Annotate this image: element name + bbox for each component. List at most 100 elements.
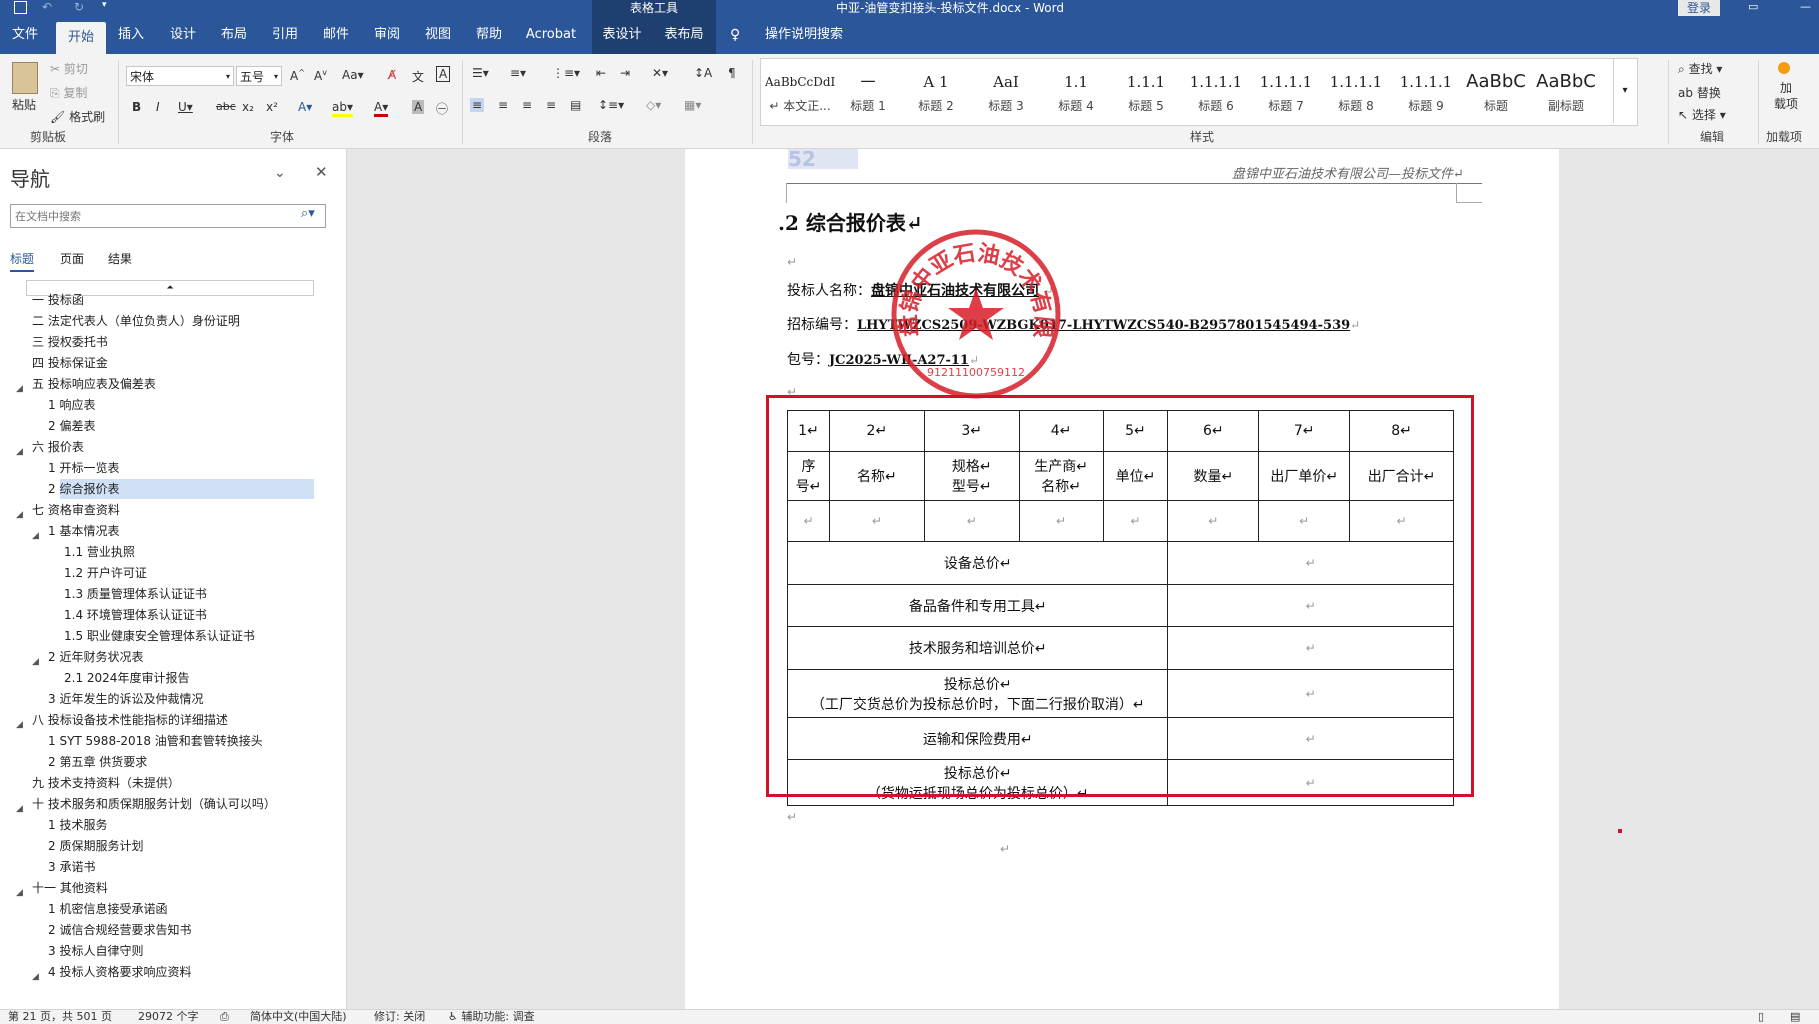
nav-heading-item[interactable]: 1.4 环境管理体系认证证书 (0, 605, 314, 625)
nav-tab-headings[interactable]: 标题 (10, 250, 35, 272)
nav-heading-item[interactable]: 2.1 2024年度审计报告 (0, 668, 314, 688)
style-heading-3[interactable]: AaI 标题 3 (971, 67, 1041, 125)
tab-table-layout[interactable]: 表布局 (656, 16, 712, 54)
align-right-icon[interactable]: ≡ (522, 98, 532, 112)
style-title[interactable]: AaBbC 标题 (1461, 67, 1531, 125)
decrease-indent-icon[interactable]: ⇤ (596, 66, 606, 80)
addin-button[interactable]: 加载项 (1774, 80, 1798, 112)
track-changes[interactable]: 修订: 关闭 (374, 1010, 425, 1024)
nav-heading-item[interactable]: 1.2 开户许可证 (0, 563, 314, 583)
tab-design[interactable]: 设计 (160, 16, 206, 54)
text-effects-icon[interactable]: A▾ (298, 100, 312, 114)
nav-tab-results[interactable]: 结果 (108, 250, 132, 267)
nav-heading-item[interactable]: ◢ 五 投标响应表及偏差表 (0, 374, 314, 394)
nav-heading-item[interactable]: ◢ 十 技术服务和质保期服务计划（确认可以吗） (0, 794, 314, 814)
tab-view[interactable]: 视图 (415, 16, 461, 54)
font-size-dropdown[interactable]: 五号 ▾ (236, 66, 282, 86)
nav-heading-item[interactable]: 1.1 营业执照 (0, 542, 314, 562)
tab-home[interactable]: 开始 (56, 22, 106, 54)
search-input[interactable] (11, 205, 287, 227)
char-shading-icon[interactable]: A (412, 100, 425, 114)
style-heading-6[interactable]: 1.1.1.1 标题 6 (1181, 67, 1251, 125)
nav-heading-item[interactable]: 1 开标一览表 (0, 458, 314, 478)
page-count[interactable]: 第 21 页，共 501 页 (8, 1010, 112, 1024)
redo-icon[interactable]: ↻ (74, 0, 84, 14)
nav-tab-pages[interactable]: 页面 (60, 250, 84, 267)
tell-me-search[interactable]: 操作说明搜索 (756, 16, 852, 54)
replace-button[interactable]: ab 替换 (1678, 84, 1721, 101)
paste-icon[interactable] (12, 62, 38, 94)
nav-heading-item[interactable]: 3 投标人自律守则 (0, 941, 314, 961)
superscript-icon[interactable]: x² (266, 100, 278, 114)
collapse-caret-icon[interactable]: ◢ (32, 967, 39, 987)
subscript-icon[interactable]: x₂ (242, 100, 254, 114)
borders-icon[interactable]: ▦▾ (684, 98, 701, 112)
shading-icon[interactable]: ◇▾ (646, 98, 661, 112)
phonetic-icon[interactable]: 文 (412, 68, 424, 85)
nav-heading-item[interactable]: 1 机密信息接受承诺函 (0, 899, 314, 919)
change-case-icon[interactable]: Aa▾ (342, 68, 364, 82)
show-marks-icon[interactable]: ¶ (728, 66, 736, 80)
nav-heading-item[interactable]: 2 诚信合规经营要求告知书 (0, 920, 314, 940)
minimize-icon[interactable]: — (1800, 0, 1811, 13)
word-count[interactable]: 29072 个字 (138, 1010, 199, 1024)
clear-format-icon[interactable]: A̸ (388, 68, 396, 82)
format-painter-button[interactable]: 🖌 格式刷 (50, 108, 105, 125)
nav-heading-item[interactable]: ◢ 4 投标人资格要求响应资料 (0, 962, 314, 982)
tab-layout[interactable]: 布局 (211, 16, 257, 54)
style-heading-4[interactable]: 1.1 标题 4 (1041, 67, 1111, 125)
strikethrough-icon[interactable]: abc (216, 100, 236, 113)
style-heading-1[interactable]: 一标题 1 (833, 67, 903, 125)
nav-heading-item[interactable]: ◢ 八 投标设备技术性能指标的详细描述 (0, 710, 314, 730)
accessibility-status[interactable]: ♿ 辅助功能: 调查 (448, 1010, 535, 1024)
nav-heading-item[interactable]: ◢ 十一 其他资料 (0, 878, 314, 898)
undo-icon[interactable]: ↶ (42, 0, 52, 14)
proofing-icon[interactable]: ⎙ (220, 1010, 229, 1024)
nav-search-box[interactable]: ⌕▾ (10, 204, 326, 228)
tab-mailings[interactable]: 邮件 (313, 16, 359, 54)
bold-icon[interactable]: B (132, 100, 141, 114)
underline-icon[interactable]: U▾ (178, 100, 193, 114)
style-subtitle[interactable]: AaBbC 副标题 (1531, 67, 1601, 125)
sort-icon[interactable]: ↕A (694, 66, 712, 80)
chinese-layout-icon[interactable]: ✕▾ (652, 66, 668, 80)
nav-heading-item[interactable]: 1 响应表 (0, 395, 314, 415)
nav-heading-item[interactable]: 三 授权委托书 (0, 332, 314, 352)
nav-heading-item[interactable]: 1.3 质量管理体系认证证书 (0, 584, 314, 604)
close-icon[interactable]: ✕ (315, 163, 328, 181)
print-layout-icon[interactable]: ▤ (1790, 1010, 1800, 1024)
nav-heading-item[interactable]: ◢ 六 报价表 (0, 437, 314, 457)
char-border-icon[interactable]: A (436, 66, 451, 82)
align-left-icon[interactable]: ≡ (470, 98, 485, 112)
find-button[interactable]: ⌕ 查找 ▾ (1678, 60, 1722, 77)
increase-indent-icon[interactable]: ⇥ (620, 66, 630, 80)
nav-heading-item[interactable]: 1.5 职业健康安全管理体系认证证书 (0, 626, 314, 646)
nav-heading-item[interactable]: 1 SYT 5988-2018 油管和套管转换接头 (0, 731, 314, 751)
align-center-icon[interactable]: ≡ (498, 98, 508, 112)
tab-references[interactable]: 引用 (262, 16, 308, 54)
numbering-icon[interactable]: ≡▾ (510, 66, 526, 80)
style-heading-5[interactable]: 1.1.1 标题 5 (1111, 67, 1181, 125)
font-color-icon[interactable]: A▾ (374, 100, 389, 117)
cut-button[interactable]: ✂ 剪切 (50, 60, 88, 77)
enclosed-char-icon[interactable]: ㊀ (436, 100, 448, 117)
save-icon[interactable] (14, 1, 27, 14)
nav-heading-item[interactable]: 二 法定代表人（单位负责人）身份证明 (0, 311, 314, 331)
italic-icon[interactable]: I (156, 100, 160, 114)
style-normal[interactable]: AaBbCcDdI ↵ 本文正... (765, 67, 835, 125)
nav-heading-item[interactable]: 2 第五章 供货要求 (0, 752, 314, 772)
style-heading-9[interactable]: 1.1.1.1 标题 9 (1391, 67, 1461, 125)
styles-more-icon[interactable]: ▾ (1613, 59, 1636, 123)
nav-heading-item[interactable]: 3 近年发生的诉讼及仲裁情况 (0, 689, 314, 709)
read-mode-icon[interactable]: ▯ (1758, 1010, 1764, 1024)
nav-heading-item[interactable]: ◢ 1 基本情况表 (0, 521, 314, 541)
shrink-font-icon[interactable]: Av (314, 68, 327, 83)
nav-options-icon[interactable]: ⌄ (274, 165, 286, 181)
search-icon[interactable]: ⌕▾ (301, 206, 315, 221)
nav-heading-item[interactable]: 2 偏差表 (0, 416, 314, 436)
language[interactable]: 简体中文(中国大陆) (250, 1010, 347, 1024)
nav-heading-item[interactable]: 一 投标函 (0, 290, 314, 310)
tab-insert[interactable]: 插入 (108, 16, 154, 54)
bullets-icon[interactable]: ☰▾ (472, 66, 489, 80)
tab-help[interactable]: 帮助 (466, 16, 512, 54)
